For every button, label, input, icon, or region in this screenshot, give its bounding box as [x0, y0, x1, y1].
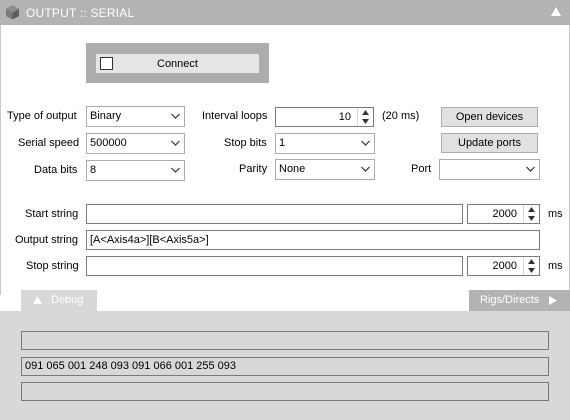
stop-string-input[interactable] — [86, 256, 463, 276]
stop-delay-value: 2000 — [492, 260, 517, 272]
serial-speed-label: Serial speed — [18, 137, 80, 149]
spin-up-icon[interactable] — [528, 207, 535, 212]
panel-border-left — [0, 25, 1, 295]
stop-string-label: Stop string — [26, 260, 79, 272]
chevron-down-icon — [171, 167, 180, 173]
port-label: Port — [411, 163, 432, 175]
start-delay-spinner[interactable]: 2000 — [467, 204, 540, 224]
open-devices-button[interactable]: Open devices — [441, 107, 538, 127]
spin-down-icon[interactable] — [528, 268, 535, 273]
chevron-down-icon — [361, 140, 370, 146]
type-of-output-select[interactable]: Binary — [86, 106, 185, 127]
tab-debug-label: Debug — [51, 294, 84, 306]
tab-rigs-directs[interactable]: Rigs/Directs — [469, 290, 570, 311]
spin-up-icon[interactable] — [528, 259, 535, 264]
open-devices-label: Open devices — [455, 111, 524, 123]
type-of-output-value: Binary — [90, 110, 122, 122]
stop-delay-unit: ms — [548, 260, 563, 272]
app-logo-icon — [6, 5, 19, 20]
interval-loops-unit: (20 ms) — [382, 110, 420, 122]
debug-line-2-text: 091 065 001 248 093 091 066 001 255 093 — [25, 360, 237, 372]
output-string-input[interactable]: [A<Axis4a>][B<Axis5a>] — [86, 230, 540, 250]
parity-select[interactable]: None — [275, 159, 375, 180]
spin-up-icon[interactable] — [362, 110, 369, 115]
connect-container: Connect — [86, 43, 269, 83]
data-bits-value: 8 — [90, 164, 97, 176]
output-string-label: Output string — [15, 234, 78, 246]
stop-bits-value: 1 — [279, 137, 286, 149]
stop-bits-label: Stop bits — [224, 137, 267, 149]
spin-down-icon[interactable] — [528, 216, 535, 221]
collapse-up-icon[interactable] — [550, 6, 562, 18]
interval-loops-value: 10 — [338, 111, 351, 123]
chevron-down-icon — [361, 166, 370, 172]
interval-loops-spinner[interactable]: 10 — [275, 107, 374, 127]
connect-checkbox[interactable] — [100, 57, 113, 70]
title-bar: OUTPUT :: SERIAL — [0, 0, 570, 25]
connect-label: Connect — [157, 57, 198, 70]
update-ports-label: Update ports — [458, 137, 521, 149]
start-string-input[interactable] — [86, 204, 463, 224]
window-title: OUTPUT :: SERIAL — [26, 6, 135, 20]
serial-speed-value: 500000 — [90, 137, 127, 149]
interval-loops-label: Interval loops — [202, 110, 268, 122]
data-bits-select[interactable]: 8 — [86, 160, 185, 181]
serial-speed-select[interactable]: 500000 — [86, 133, 185, 154]
chevron-down-icon — [171, 113, 180, 119]
parity-label: Parity — [239, 163, 268, 175]
stop-bits-select[interactable]: 1 — [275, 133, 375, 154]
chevron-down-icon — [171, 140, 180, 146]
parity-value: None — [279, 163, 306, 175]
start-delay-value: 2000 — [492, 208, 517, 220]
start-delay-unit: ms — [548, 208, 563, 220]
start-string-label: Start string — [25, 208, 79, 220]
tab-debug[interactable]: Debug — [21, 290, 97, 311]
debug-line-2: 091 065 001 248 093 091 066 001 255 093 — [21, 357, 549, 376]
type-of-output-label: Type of output — [7, 110, 77, 122]
port-select[interactable] — [439, 159, 540, 180]
stop-delay-spinner[interactable]: 2000 — [467, 256, 540, 276]
data-bits-label: Data bits — [34, 164, 78, 176]
output-string-value: [A<Axis4a>][B<Axis5a>] — [90, 234, 209, 246]
update-ports-button[interactable]: Update ports — [441, 133, 538, 153]
triangle-right-icon — [549, 296, 557, 305]
debug-line-1 — [21, 331, 549, 350]
tab-rigs-label: Rigs/Directs — [480, 294, 540, 306]
debug-line-3 — [21, 382, 549, 401]
connect-toggle-button[interactable]: Connect — [95, 53, 260, 74]
spin-down-icon[interactable] — [362, 119, 369, 124]
triangle-up-icon — [33, 296, 42, 304]
chevron-down-icon — [526, 166, 535, 172]
